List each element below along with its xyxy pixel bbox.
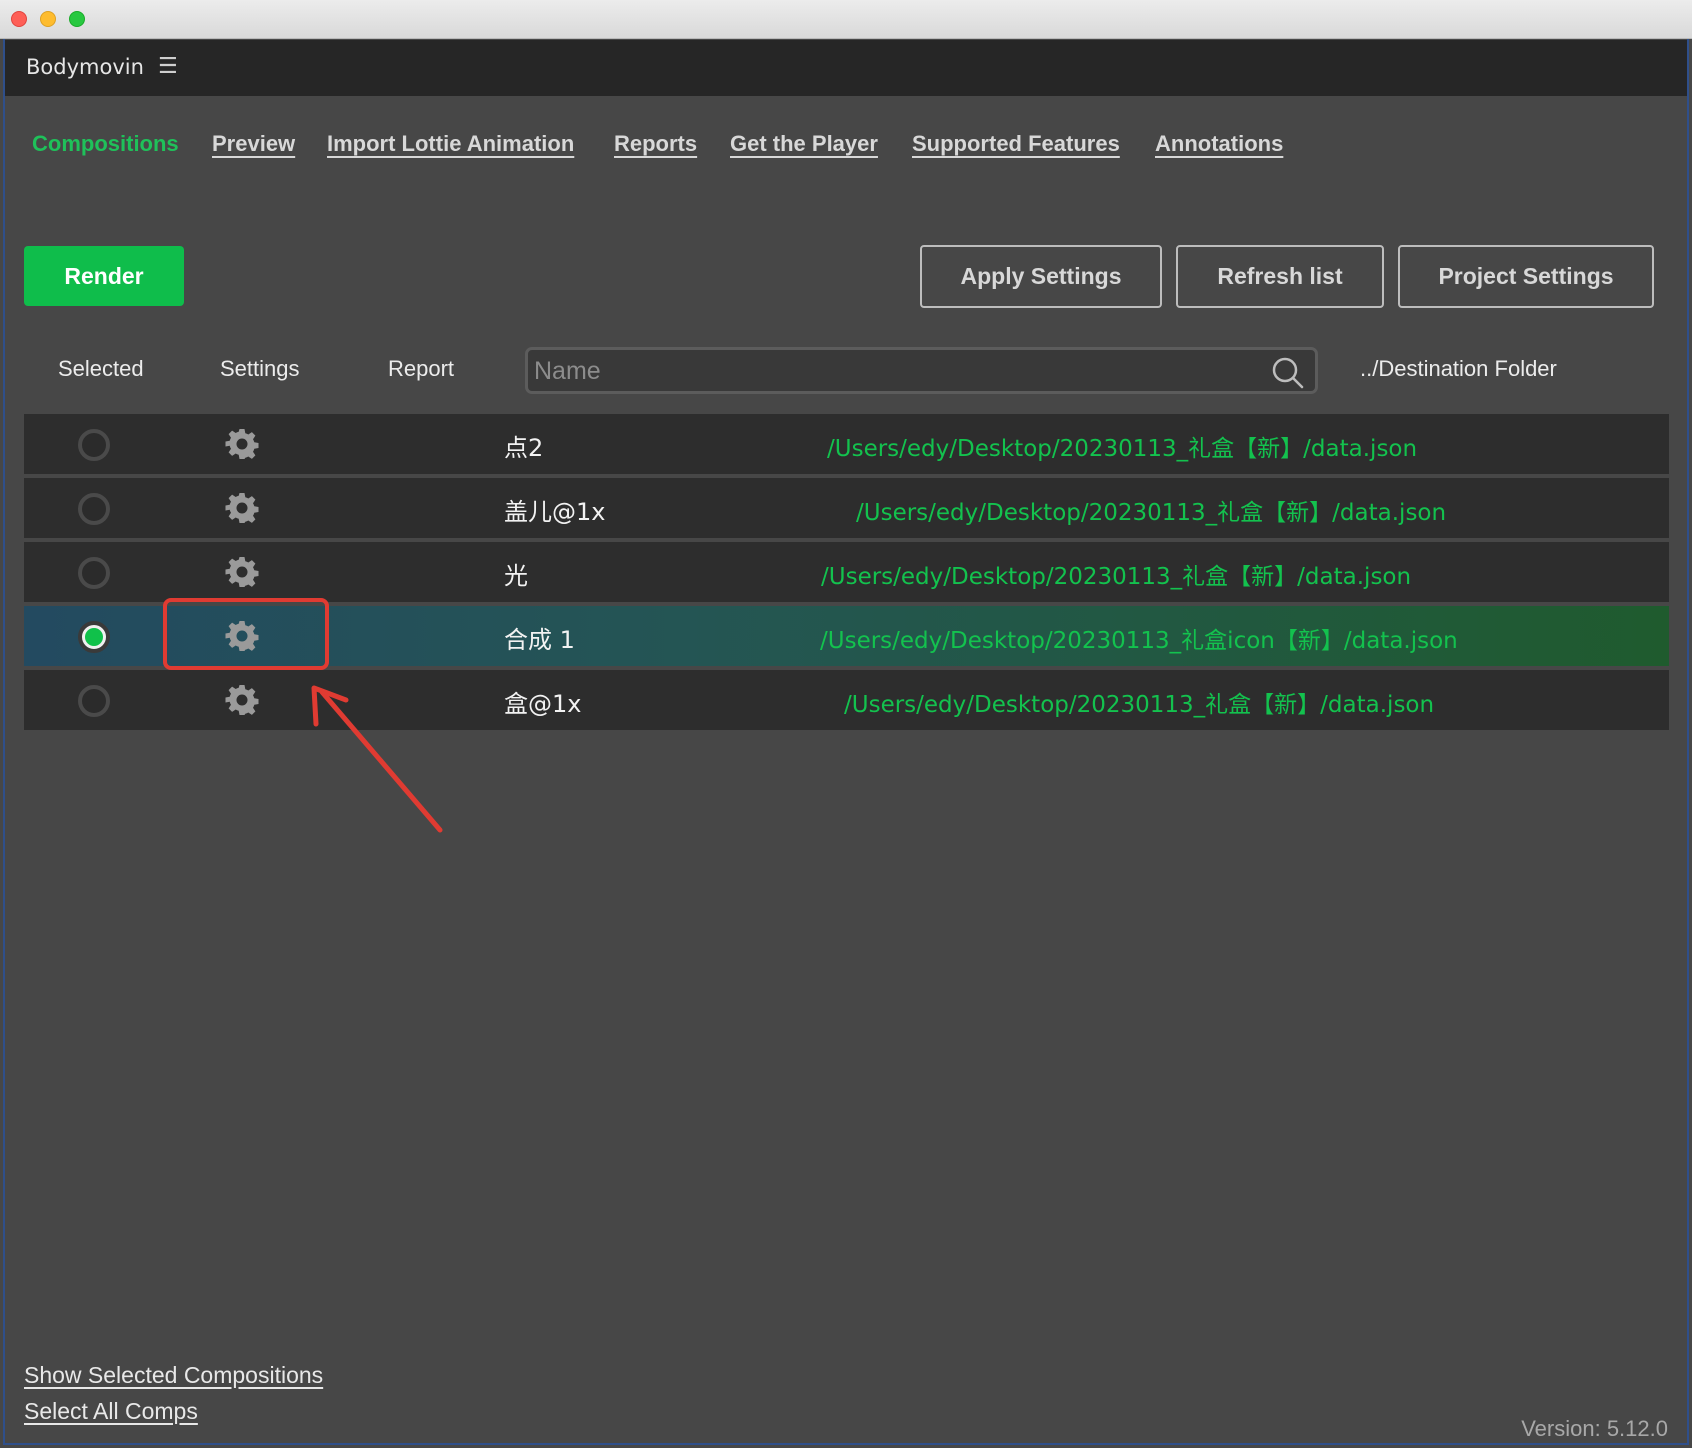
window-titlebar [0, 0, 1692, 39]
app-window: Bodymovin ☰ Compositions Preview Import … [0, 0, 1692, 1448]
minimize-window-button[interactable] [40, 11, 56, 27]
maximize-window-button[interactable] [69, 11, 85, 27]
close-window-button[interactable] [11, 11, 27, 27]
window-frame [3, 39, 1689, 1445]
